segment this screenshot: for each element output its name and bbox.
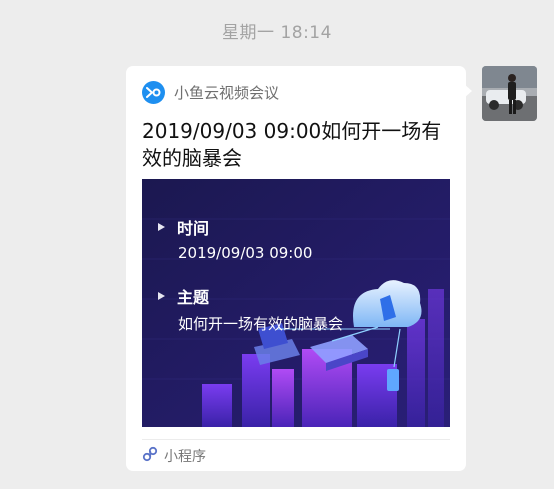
triangle-bullet-icon	[158, 223, 165, 231]
topic-value: 如何开一场有效的脑暴会	[178, 315, 344, 333]
topic-section: 主题 如何开一场有效的脑暴会	[158, 285, 343, 334]
time-value: 2019/09/03 09:00	[178, 244, 313, 262]
chat-timestamp: 星期一 18:14	[222, 23, 332, 43]
card-footer: 小程序	[142, 446, 206, 466]
triangle-bullet-icon	[158, 292, 165, 300]
app-name: 小鱼云视频会议	[174, 83, 280, 102]
time-label: 时间	[177, 219, 210, 238]
meeting-banner: 时间 2019/09/03 09:00 主题 如何开一场有效的脑暴会	[142, 179, 450, 427]
app-header: 小鱼云视频会议	[142, 80, 279, 104]
topic-label: 主题	[177, 288, 210, 307]
mini-program-icon	[142, 446, 158, 466]
card-divider	[142, 439, 450, 440]
xiaoyu-logo-icon	[142, 80, 165, 104]
avatar[interactable]	[482, 66, 537, 121]
time-section: 时间 2019/09/03 09:00	[158, 216, 312, 262]
mini-program-message-card[interactable]: 小鱼云视频会议 2019/09/03 09:00如何开一场有效的脑暴会 时间 2…	[126, 66, 466, 471]
mini-program-label: 小程序	[164, 449, 206, 465]
card-title: 2019/09/03 09:00如何开一场有效的脑暴会	[142, 119, 442, 170]
